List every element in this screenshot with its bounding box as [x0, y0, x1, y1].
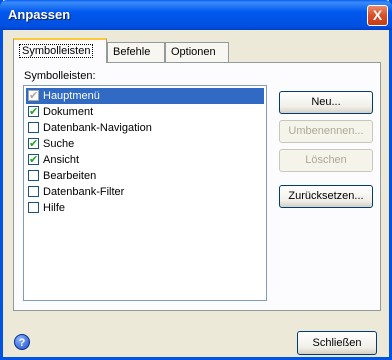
checkbox-checked-icon[interactable]: ✔ — [28, 106, 39, 118]
window-title: Anpassen — [8, 7, 71, 22]
list-item[interactable]: Hilfe — [26, 200, 264, 216]
list-item-label: Suche — [43, 138, 75, 150]
checkbox-checked-icon[interactable]: ✔ — [28, 138, 39, 150]
help-icon[interactable]: ? — [14, 334, 30, 350]
tab-symbolleisten[interactable]: Symbolleisten — [13, 38, 107, 63]
list-item-label: Datenbank-Filter — [43, 186, 125, 198]
list-item-label: Hauptmenü — [43, 90, 100, 102]
list-item[interactable]: ✔ Suche — [26, 136, 264, 152]
list-item-label: Hilfe — [43, 202, 66, 214]
reset-button[interactable]: Zurücksetzen... — [279, 185, 373, 208]
close-icon[interactable]: X — [367, 5, 388, 26]
list-item[interactable]: Datenbank-Navigation — [26, 120, 264, 136]
list-item[interactable]: Bearbeiten — [26, 168, 264, 184]
list-label: Symbolleisten: — [24, 70, 96, 82]
checkbox-icon[interactable] — [28, 202, 39, 213]
rename-button[interactable]: Umbenennen... — [279, 120, 373, 143]
toolbar-list[interactable]: ✔ Hauptmenü ✔ Dokument Datenbank-Navigation ✔… — [23, 85, 267, 301]
list-item-label: Datenbank-Navigation — [43, 122, 152, 134]
delete-button[interactable]: Löschen — [279, 149, 373, 172]
list-item[interactable]: Datenbank-Filter — [26, 184, 264, 200]
tab-befehle-label: Befehle — [113, 46, 151, 58]
checkbox-checked-icon[interactable]: ✔ — [28, 154, 39, 166]
tab-panel: Symbolleisten: ✔ Hauptmenü ✔ Dokument Datenb… — [13, 62, 381, 311]
list-item-label: Bearbeiten — [43, 170, 97, 182]
checkbox-icon[interactable] — [28, 122, 39, 133]
list-item[interactable]: ✔ Ansicht — [26, 152, 264, 168]
tab-optionen[interactable]: Optionen — [165, 42, 229, 62]
title-bar[interactable]: Anpassen X — [0, 0, 392, 30]
list-item[interactable]: ✔ Hauptmenü — [26, 88, 264, 104]
checkbox-checked-icon[interactable]: ✔ — [28, 90, 39, 102]
tab-befehle[interactable]: Befehle — [107, 42, 165, 62]
checkbox-icon[interactable] — [28, 186, 39, 197]
list-item[interactable]: ✔ Dokument — [26, 104, 264, 120]
list-item-label: Ansicht — [43, 154, 80, 166]
tab-optionen-label: Optionen — [171, 46, 216, 58]
dialog-window: Anpassen X Symbolleisten Befehle Optione… — [0, 0, 392, 360]
new-button[interactable]: Neu... — [279, 91, 373, 114]
close-button[interactable]: Schließen — [297, 331, 377, 355]
list-item-label: Dokument — [43, 106, 94, 118]
tab-symbolleisten-label: Symbolleisten — [19, 44, 94, 58]
checkbox-icon[interactable] — [28, 170, 39, 181]
